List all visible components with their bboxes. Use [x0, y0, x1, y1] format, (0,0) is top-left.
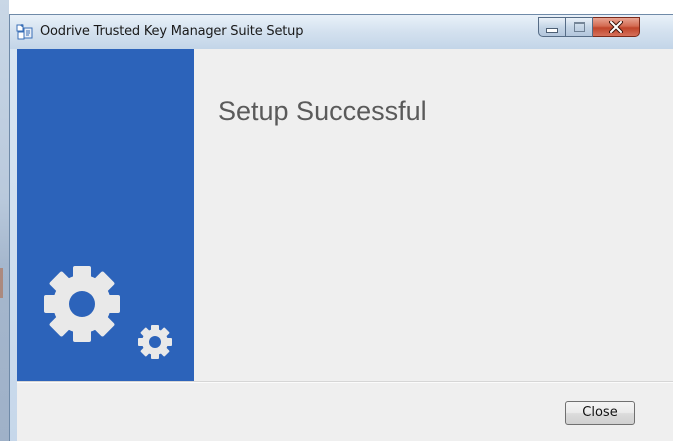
dialog-client-area: Setup Successful Close [17, 49, 673, 441]
maximize-icon [573, 22, 585, 32]
close-button[interactable]: Close [565, 401, 635, 425]
setup-window: Oodrive Trusted Key Manager Suite Setup [9, 14, 673, 441]
installer-icon [16, 24, 33, 40]
minimize-button[interactable] [538, 17, 566, 37]
window-title: Oodrive Trusted Key Manager Suite Setup [40, 24, 304, 39]
side-banner [17, 49, 194, 381]
minimize-icon [546, 27, 558, 33]
title-bar[interactable]: Oodrive Trusted Key Manager Suite Setup [10, 15, 673, 49]
desktop-background [0, 0, 673, 14]
maximize-button[interactable] [566, 17, 593, 37]
gears-icon [44, 266, 172, 359]
window-close-button[interactable] [593, 17, 640, 37]
desktop-edge [0, 0, 9, 441]
main-content: Setup Successful [194, 49, 673, 381]
close-icon [609, 21, 623, 33]
window-controls [538, 17, 668, 39]
button-bar: Close [17, 383, 673, 441]
page-title: Setup Successful [218, 96, 427, 126]
